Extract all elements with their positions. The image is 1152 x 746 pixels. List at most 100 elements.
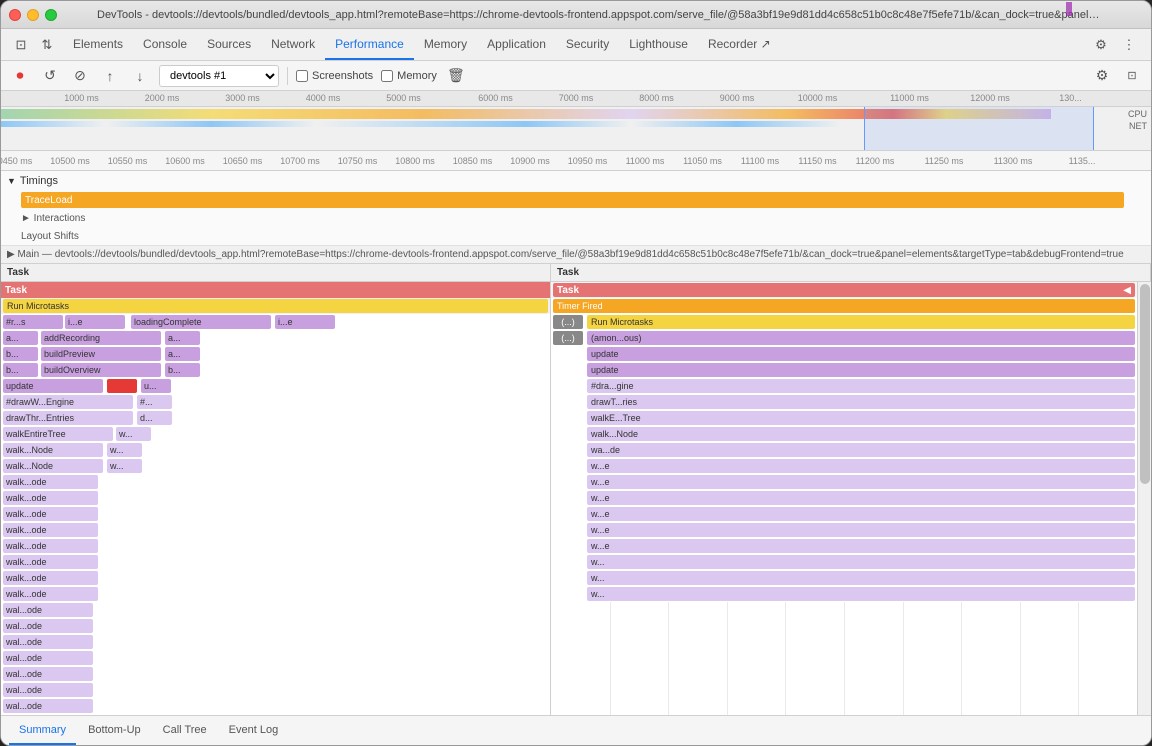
right-we9-bar[interactable]: w... <box>587 587 1135 601</box>
flame-cell-buildpreview[interactable]: buildPreview <box>41 347 161 361</box>
flame-cell-loadingcomplete[interactable]: loadingComplete <box>131 315 271 329</box>
flame-cell-walkode-2[interactable]: walk...ode <box>3 491 98 505</box>
maximize-button[interactable] <box>45 9 57 21</box>
right-walktree-bar[interactable]: walkE...Tree <box>587 411 1135 425</box>
right-anon-bar[interactable]: (amon...ous) <box>587 331 1135 345</box>
device-icon[interactable]: ⇅ <box>35 33 59 57</box>
flame-cell-w1[interactable]: w... <box>116 427 151 441</box>
flame-cell-walkode-6[interactable]: walk...ode <box>3 555 98 569</box>
flame-cell-update1[interactable]: update <box>3 379 103 393</box>
reload-button[interactable]: ↺ <box>39 65 61 87</box>
record-button[interactable]: ⏺ <box>9 65 31 87</box>
flame-cell-walode-4[interactable]: wal...ode <box>3 651 93 665</box>
right-timerfired-bar[interactable]: Timer Fired <box>553 299 1135 313</box>
right-we4-bar[interactable]: w...e <box>587 507 1135 521</box>
flame-cell-walknode2[interactable]: walk...Node <box>3 459 103 473</box>
timeline-overview[interactable]: 1000 ms 2000 ms 3000 ms 4000 ms 5000 ms … <box>1 91 1151 151</box>
right-runmicro-bar[interactable]: Run Microtasks <box>587 315 1135 329</box>
tab-summary[interactable]: Summary <box>9 717 76 745</box>
traceload-row[interactable]: TraceLoad <box>1 191 1151 209</box>
flame-left[interactable]: Task Run Microtasks #r...s i...e <box>1 282 551 715</box>
right-we5-bar[interactable]: w...e <box>587 523 1135 537</box>
flame-cell-walkode-3[interactable]: walk...ode <box>3 507 98 521</box>
flame-cell-walkode-7[interactable]: walk...ode <box>3 571 98 585</box>
flame-cell-b1[interactable]: b... <box>3 347 38 361</box>
flame-cell-walkode-1[interactable]: walk...ode <box>3 475 98 489</box>
right-we6-bar[interactable]: w...e <box>587 539 1135 553</box>
flame-cell-w2[interactable]: w... <box>107 443 142 457</box>
flame-cell-walknode1[interactable]: walk...Node <box>3 443 103 457</box>
right-update2-bar[interactable]: update <box>587 363 1135 377</box>
dock-icon[interactable]: ⊡ <box>1121 65 1143 87</box>
inspect-icon[interactable]: ⊡ <box>9 33 33 57</box>
clear-button[interactable]: ⊘ <box>69 65 91 87</box>
timings-header[interactable]: ▼ Timings <box>1 171 1151 191</box>
profile-select[interactable]: devtools #1 <box>159 65 279 87</box>
flame-cell-drawthr[interactable]: drawThr...Entries <box>3 411 133 425</box>
tab-performance[interactable]: Performance <box>325 29 414 60</box>
settings-icon[interactable]: ⚙ <box>1089 33 1113 57</box>
run-microtasks-bar[interactable]: Run Microtasks <box>3 299 548 313</box>
flame-cell-ie2[interactable]: i...e <box>275 315 335 329</box>
flame-cell-u[interactable]: u... <box>141 379 171 393</box>
flame-cell-walode-2[interactable]: wal...ode <box>3 619 93 633</box>
tab-event-log[interactable]: Event Log <box>219 717 289 745</box>
right-walknode-bar[interactable]: walk...Node <box>587 427 1135 441</box>
flame-cell-drawengine[interactable]: #drawW...Engine <box>3 395 133 409</box>
right-we8-bar[interactable]: w... <box>587 571 1135 585</box>
minimize-button[interactable] <box>27 9 39 21</box>
flame-cell-walode-3[interactable]: wal...ode <box>3 635 93 649</box>
scrollbar-thumb[interactable] <box>1140 284 1150 484</box>
right-we2-bar[interactable]: w...e <box>587 475 1135 489</box>
right-drawtries-bar[interactable]: drawT...ries <box>587 395 1135 409</box>
close-button[interactable] <box>9 9 21 21</box>
trash-icon[interactable]: 🗑 <box>445 65 467 87</box>
flame-cell-walode-7[interactable]: wal...ode <box>3 699 93 713</box>
flame-cell-walode-1[interactable]: wal...ode <box>3 603 93 617</box>
interactions-row[interactable]: ► Interactions <box>1 209 1151 227</box>
right-dots-bar[interactable]: (...) <box>553 315 583 329</box>
memory-checkbox[interactable] <box>381 70 393 82</box>
flame-cell-walkode-8[interactable]: walk...ode <box>3 587 98 601</box>
flame-cell-a3[interactable]: a... <box>165 347 200 361</box>
right-we1-bar[interactable]: w...e <box>587 459 1135 473</box>
flame-cell-d[interactable]: d... <box>137 411 172 425</box>
toolbar-settings-icon[interactable]: ⚙ <box>1091 65 1113 87</box>
flame-cell-r[interactable]: #r...s <box>3 315 63 329</box>
tab-console[interactable]: Console <box>133 29 197 60</box>
download-button[interactable]: ↓ <box>129 65 151 87</box>
flame-cell-walkode-4[interactable]: walk...ode <box>3 523 98 537</box>
screenshots-checkbox[interactable] <box>296 70 308 82</box>
tab-security[interactable]: Security <box>556 29 619 60</box>
right-drawgine-bar[interactable]: #dra...gine <box>587 379 1135 393</box>
tab-application[interactable]: Application <box>477 29 556 60</box>
flame-cell-b3[interactable]: b... <box>165 363 200 377</box>
flame-cell-addrecording[interactable]: addRecording <box>41 331 161 345</box>
flame-cell-ie[interactable]: i...e <box>65 315 125 329</box>
upload-button[interactable]: ↑ <box>99 65 121 87</box>
tab-call-tree[interactable]: Call Tree <box>153 717 217 745</box>
tab-recorder[interactable]: Recorder ↗ <box>698 29 781 60</box>
flame-cell-walkentiretree[interactable]: walkEntireTree <box>3 427 113 441</box>
tab-memory[interactable]: Memory <box>414 29 477 60</box>
flame-cell-b2[interactable]: b... <box>3 363 38 377</box>
flame-right[interactable]: Task ◀ Timer Fired (...) R <box>551 282 1137 715</box>
tab-sources[interactable]: Sources <box>197 29 261 60</box>
right-update1-bar[interactable]: update <box>587 347 1135 361</box>
layout-shifts-row[interactable]: Layout Shifts <box>1 227 1151 245</box>
flame-cell-buildoverview[interactable]: buildOverview <box>41 363 161 377</box>
flame-cell-a1[interactable]: a... <box>3 331 38 345</box>
flame-cell-w3[interactable]: w... <box>107 459 142 473</box>
flame-cell-walode-5[interactable]: wal...ode <box>3 667 93 681</box>
tab-bottom-up[interactable]: Bottom-Up <box>78 717 151 745</box>
right-wade-bar[interactable]: wa...de <box>587 443 1135 457</box>
right-task-bar[interactable]: Task ◀ <box>553 283 1135 297</box>
flame-cell-a2[interactable]: a... <box>165 331 200 345</box>
tab-lighthouse[interactable]: Lighthouse <box>619 29 698 60</box>
flame-cell-walode-6[interactable]: wal...ode <box>3 683 93 697</box>
tab-network[interactable]: Network <box>261 29 325 60</box>
right-dots2-bar[interactable]: (...) <box>553 331 583 345</box>
more-icon[interactable]: ⋮ <box>1117 33 1141 57</box>
right-we7-bar[interactable]: w... <box>587 555 1135 569</box>
selection-region[interactable] <box>864 107 1094 151</box>
